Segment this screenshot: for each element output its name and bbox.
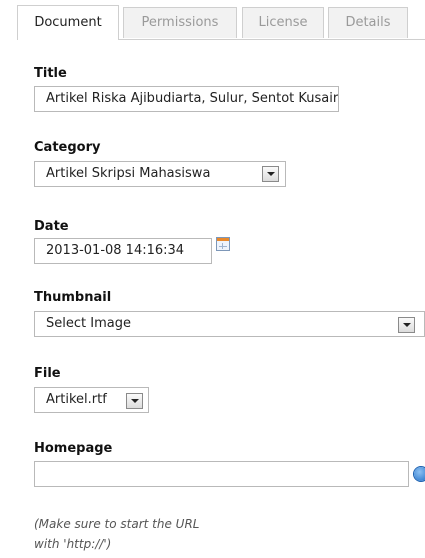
file-selected-value: Artikel.rtf (46, 392, 107, 407)
tab-permissions[interactable]: Permissions (123, 7, 237, 38)
title-label: Title (34, 66, 67, 81)
tab-license[interactable]: License (242, 7, 324, 38)
document-edit-panel: Document Permissions License Details Tit… (0, 0, 425, 558)
title-input[interactable]: Artikel Riska Ajibudiarta, Sulur, Sentot… (34, 86, 339, 112)
url-hint-line-2: with 'http://') (34, 537, 112, 551)
homepage-label: Homepage (34, 441, 113, 456)
chevron-down-icon[interactable] (262, 166, 279, 182)
category-selected-value: Artikel Skripsi Mahasiswa (46, 166, 211, 181)
date-input[interactable]: 2013-01-08 14:16:34 (34, 238, 212, 264)
homepage-input[interactable] (34, 461, 409, 487)
chevron-down-icon[interactable] (126, 393, 143, 409)
file-label: File (34, 366, 61, 381)
tab-details[interactable]: Details (328, 7, 408, 38)
tab-document[interactable]: Document (17, 5, 119, 40)
calendar-icon-header (217, 238, 229, 241)
thumbnail-select[interactable]: Select Image (34, 311, 425, 337)
url-hint: (Make sure to start the URL with 'http:/… (34, 514, 334, 554)
thumbnail-label: Thumbnail (34, 290, 112, 305)
calendar-icon-grid (219, 243, 227, 249)
tab-bar: Document Permissions License Details (17, 5, 425, 40)
calendar-icon[interactable] (216, 237, 230, 251)
category-label: Category (34, 140, 101, 155)
url-hint-line-1: (Make sure to start the URL (34, 517, 200, 531)
chevron-down-icon[interactable] (398, 317, 415, 333)
category-select[interactable]: Artikel Skripsi Mahasiswa (34, 161, 286, 187)
thumbnail-selected-value: Select Image (46, 316, 131, 331)
date-label: Date (34, 219, 69, 234)
help-icon[interactable] (414, 467, 425, 481)
